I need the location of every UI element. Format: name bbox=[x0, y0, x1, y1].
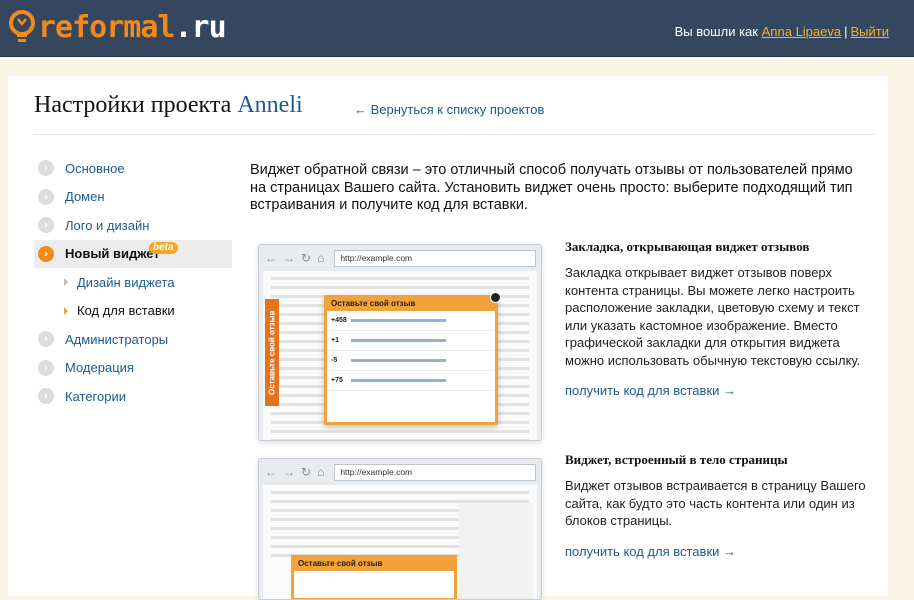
sidebar-item-admins[interactable]: › Администраторы bbox=[34, 325, 232, 354]
embedded-form-title: Оставьте свой отзыв bbox=[294, 558, 454, 571]
user-name-link[interactable]: Anna Lipaeva bbox=[762, 24, 842, 39]
arrow-right-icon: › bbox=[38, 359, 54, 376]
sidebar-item-label: Домен bbox=[65, 189, 105, 205]
vote-count: +1 bbox=[331, 337, 339, 344]
option-description: Виджет отзывов встраивается в страницу В… bbox=[565, 478, 866, 528]
triangle-right-icon bbox=[64, 278, 68, 287]
sidebar-subitem-label: Код для вставки bbox=[77, 303, 175, 319]
settings-page: Настройки проекта Anneli ← Вернуться к с… bbox=[8, 76, 888, 600]
embedded-widget-preview[interactable]: ← → ↻ ⌂ http://example.com Оставьте свой… bbox=[258, 458, 542, 600]
user-box: Вы вошли как Anna Lipaeva | Выйти bbox=[675, 24, 889, 39]
address-bar: http://example.com bbox=[334, 463, 537, 481]
get-code-link[interactable]: получить код для вставки → bbox=[565, 544, 880, 559]
reload-icon: ↻ bbox=[301, 465, 312, 479]
vote-count: +75 bbox=[331, 377, 343, 384]
sidebar-item-moderation[interactable]: › Модерация bbox=[34, 354, 232, 383]
sidebar-item-basic[interactable]: › Основное bbox=[34, 154, 232, 183]
triangle-right-icon bbox=[64, 306, 68, 315]
logged-in-label: Вы вошли как bbox=[674, 24, 758, 39]
logo-text: reformal.ru bbox=[38, 10, 227, 45]
sidebar-item-label: Модерация bbox=[65, 360, 134, 376]
embedded-feedback-form: Оставьте свой отзыв bbox=[291, 555, 457, 599]
feedback-tab: Оставьте свой отзыв bbox=[265, 299, 279, 406]
arrow-right-icon: › bbox=[38, 188, 54, 205]
preview-page: Оставьте свой отзыв bbox=[263, 485, 537, 599]
forward-icon: → bbox=[283, 465, 295, 479]
sidebar-subitem-embed-code[interactable]: Код для вставки bbox=[34, 297, 232, 326]
sidebar-item-logo-design[interactable]: › Лого и дизайн bbox=[34, 211, 232, 240]
sidebar-item-label: Новый виджет bbox=[65, 246, 160, 262]
arrow-right-icon: › bbox=[38, 245, 54, 262]
sidebar: › Основное › Домен › Лого и дизайн › Нов… bbox=[34, 154, 232, 411]
home-icon: ⌂ bbox=[317, 251, 325, 265]
popup-row: +458 bbox=[327, 311, 495, 331]
close-icon bbox=[490, 292, 501, 303]
popup-row: +1 bbox=[327, 331, 495, 351]
page-title: Настройки проекта Anneli bbox=[34, 92, 303, 119]
preview-sidebar bbox=[459, 503, 533, 599]
top-bar: reformal.ru Вы вошли как Anna Lipaeva | Вы… bbox=[0, 0, 914, 57]
option-title: Закладка, открывающая виджет отзывов bbox=[565, 239, 810, 254]
arrow-right-icon: › bbox=[38, 331, 54, 348]
intro-text: Виджет обратной связи – это отличный спо… bbox=[250, 162, 853, 213]
separator: | bbox=[844, 24, 848, 39]
option-description: Закладка открывает виджет отзывов поверх… bbox=[565, 265, 861, 368]
reload-icon: ↻ bbox=[301, 251, 312, 265]
popup-row: +75 bbox=[327, 371, 495, 391]
arrow-right-icon: › bbox=[38, 217, 54, 234]
back-icon: ← bbox=[265, 465, 277, 479]
back-to-projects-link[interactable]: ← Вернуться к списку проектов bbox=[354, 102, 544, 117]
forward-icon: → bbox=[283, 251, 295, 265]
page-title-prefix: Настройки проекта bbox=[34, 92, 232, 118]
arrow-right-icon: › bbox=[38, 388, 54, 405]
option-tab-widget: Закладка, открывающая виджет отзывов Зак… bbox=[565, 239, 880, 398]
vote-count: -5 bbox=[331, 357, 338, 364]
sidebar-item-label: Лого и дизайн bbox=[65, 217, 150, 233]
project-name: Anneli bbox=[237, 92, 303, 118]
popup-row: -5 bbox=[327, 351, 495, 371]
sidebar-item-label: Основное bbox=[65, 160, 125, 176]
vote-count: +458 bbox=[331, 317, 347, 324]
beta-badge: beta bbox=[149, 241, 178, 254]
home-icon: ⌂ bbox=[317, 465, 325, 479]
sidebar-item-label: Категории bbox=[65, 388, 126, 404]
lightbulb-icon bbox=[9, 10, 35, 42]
option-title: Виджет, встроенный в тело страницы bbox=[565, 452, 788, 467]
sidebar-subitem-label: Дизайн виджета bbox=[77, 274, 175, 290]
sidebar-item-new-widget[interactable]: › Новый виджет beta bbox=[34, 239, 232, 268]
address-bar: http://example.com bbox=[334, 249, 537, 267]
logout-link[interactable]: Выйти bbox=[851, 24, 890, 39]
get-code-link[interactable]: получить код для вставки → bbox=[565, 383, 880, 398]
option-embedded-widget: Виджет, встроенный в тело страницы Видже… bbox=[565, 452, 880, 559]
site-logo[interactable]: reformal.ru bbox=[6, 8, 227, 48]
sidebar-subitem-widget-design[interactable]: Дизайн виджета bbox=[34, 268, 232, 297]
tab-widget-preview[interactable]: ← → ↻ ⌂ http://example.com Оставьте свой… bbox=[258, 244, 542, 441]
browser-toolbar: ← → ↻ ⌂ http://example.com bbox=[259, 245, 541, 271]
sidebar-item-domain[interactable]: › Домен bbox=[34, 183, 232, 212]
sidebar-item-categories[interactable]: › Категории bbox=[34, 382, 232, 411]
divider bbox=[34, 134, 875, 135]
preview-page: Оставьте свой отзыв Оставьте свой отзыв … bbox=[263, 271, 537, 440]
browser-toolbar: ← → ↻ ⌂ http://example.com bbox=[259, 459, 541, 485]
popup-title: Оставьте свой отзыв bbox=[327, 298, 495, 311]
arrow-right-icon: › bbox=[38, 160, 54, 177]
feedback-popup: Оставьте свой отзыв +458 +1 -5 +75 bbox=[324, 292, 501, 425]
sidebar-item-label: Администраторы bbox=[65, 331, 169, 347]
back-icon: ← bbox=[265, 251, 277, 265]
